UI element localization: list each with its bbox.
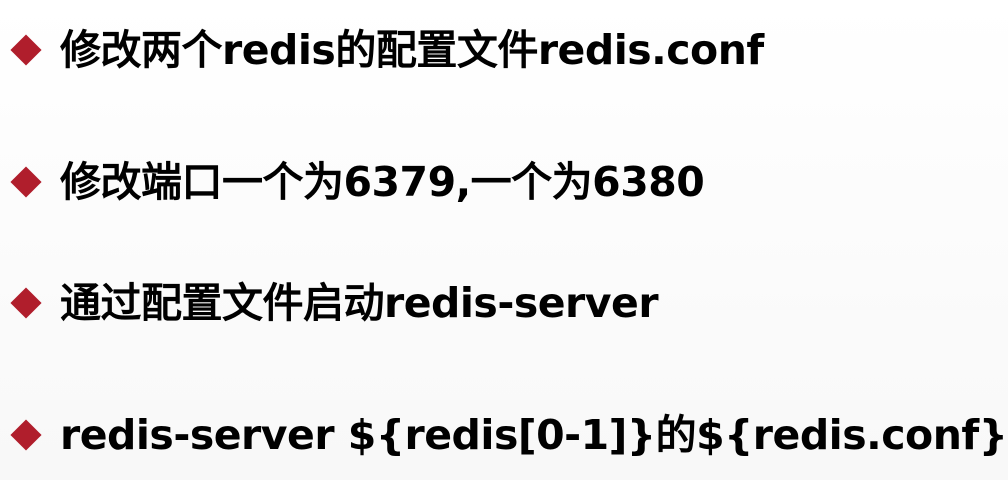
bullet-text-4: redis-server ${redis[0-1]}的${redis.conf} bbox=[60, 411, 1008, 459]
diamond-bullet-icon bbox=[10, 419, 42, 451]
diamond-bullet-icon bbox=[10, 34, 42, 66]
bullet-text-1: 修改两个redis的配置文件redis.conf bbox=[60, 26, 764, 74]
diamond-bullet-icon bbox=[10, 166, 42, 198]
bullet-text-3: 通过配置文件启动redis-server bbox=[60, 279, 659, 327]
diamond-bullet-icon bbox=[10, 287, 42, 319]
slide: 修改两个redis的配置文件redis.conf 修改端口一个为6379,一个为… bbox=[0, 0, 1008, 480]
bullet-text-2: 修改端口一个为6379,一个为6380 bbox=[60, 158, 705, 206]
